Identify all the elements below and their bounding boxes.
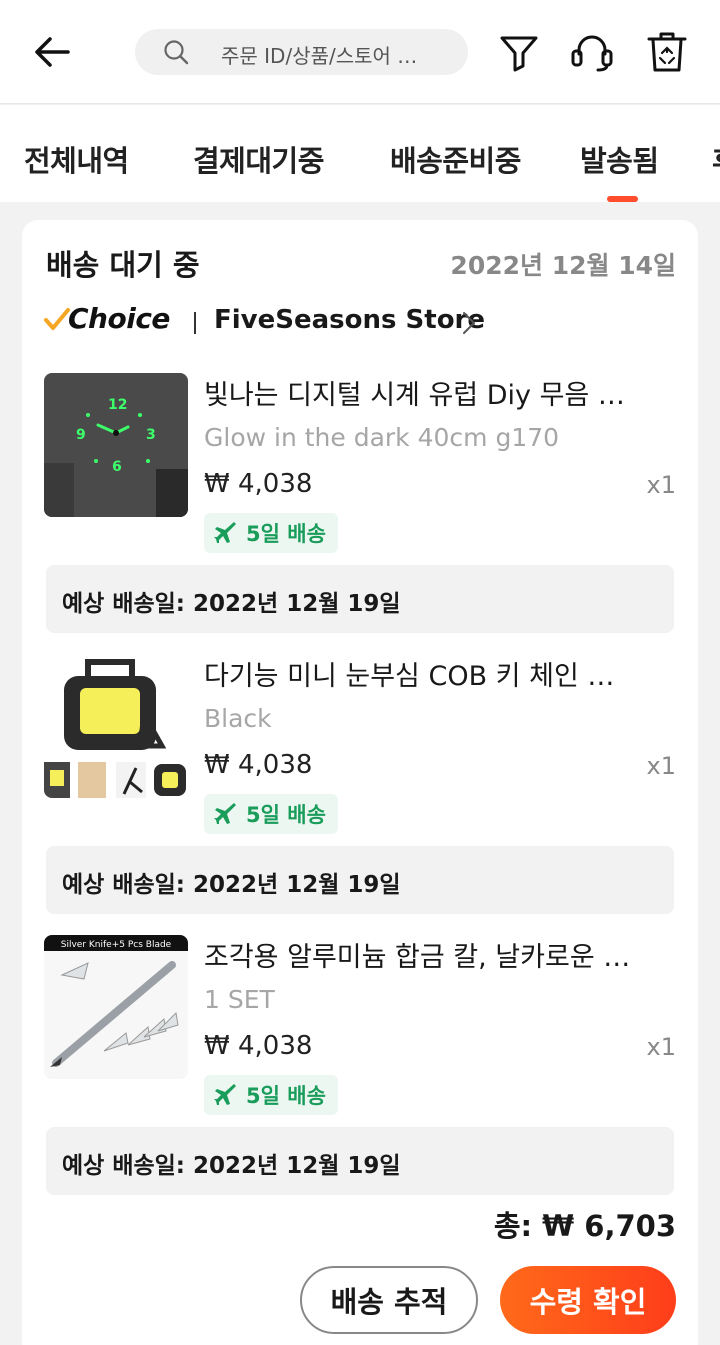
back-arrow-icon[interactable] xyxy=(30,30,74,74)
search-placeholder: 주문 ID/상품/스토어 … xyxy=(221,44,418,68)
estimated-delivery: 예상 배송일: 2022년 12월 19일 xyxy=(46,565,674,633)
shipping-label: 5일 배송 xyxy=(246,1084,326,1108)
craft-knife-product-image: Silver Knife+5 Pcs Blade xyxy=(44,935,188,1079)
shipping-label: 5일 배송 xyxy=(246,803,326,827)
order-card[interactable]: 배송 대기 중 2022년 12월 14일 Choice FiveSeasons… xyxy=(22,220,698,1345)
shipping-badge: 5일 배송 xyxy=(204,513,338,553)
search-input[interactable]: 주문 ID/상품/스토어 … xyxy=(135,29,468,75)
svg-text:6: 6 xyxy=(112,459,122,475)
estimated-delivery-text: 예상 배송일: 2022년 12월 19일 xyxy=(62,1153,401,1179)
keychain-light-product-image xyxy=(44,654,188,798)
airplane-icon xyxy=(214,1084,236,1105)
clock-product-image: 12 3 6 9 xyxy=(44,373,188,517)
product-thumbnail[interactable]: 12 3 6 9 xyxy=(44,373,188,517)
store-divider xyxy=(194,312,196,334)
order-item[interactable]: 12 3 6 9 빛나는 디지털 시계 유럽 Diy 무음 … Glow in … xyxy=(44,373,676,553)
choice-check-icon xyxy=(44,308,70,330)
order-status: 배송 대기 중 xyxy=(46,248,200,282)
svg-text:3: 3 xyxy=(146,427,156,443)
product-thumbnail[interactable]: Silver Knife+5 Pcs Blade xyxy=(44,935,188,1079)
active-tab-indicator xyxy=(607,196,638,202)
tab-all[interactable]: 전체내역 xyxy=(24,138,129,180)
product-price: ₩ 4,038 xyxy=(204,750,313,780)
product-title[interactable]: 다기능 미니 눈부심 COB 키 체인 … xyxy=(204,654,676,693)
trash-icon[interactable] xyxy=(645,28,689,76)
search-icon xyxy=(164,40,189,65)
estimated-delivery: 예상 배송일: 2022년 12월 19일 xyxy=(46,1127,674,1195)
chevron-right-icon xyxy=(463,312,476,334)
order-status-tabs: 전체내역 결제대기중 배송준비중 발송됨 후 xyxy=(0,105,720,202)
product-quantity: x1 xyxy=(646,1033,676,1061)
airplane-icon xyxy=(214,522,236,543)
order-total: 총: ₩ 6,703 xyxy=(493,1209,676,1243)
thumbnail-caption: Silver Knife+5 Pcs Blade xyxy=(61,940,172,950)
product-price: ₩ 4,038 xyxy=(204,469,313,499)
estimated-delivery-text: 예상 배송일: 2022년 12월 19일 xyxy=(62,591,401,617)
estimated-delivery: 예상 배송일: 2022년 12월 19일 xyxy=(46,846,674,914)
order-date: 2022년 12월 14일 xyxy=(450,251,676,280)
store-row[interactable]: Choice FiveSeasons Store xyxy=(44,302,664,344)
product-variant: Glow in the dark 40cm g170 xyxy=(204,423,560,452)
filter-icon[interactable] xyxy=(497,28,541,76)
shipping-badge: 5일 배송 xyxy=(204,1075,338,1115)
svg-text:12: 12 xyxy=(108,397,127,413)
estimated-delivery-text: 예상 배송일: 2022년 12월 19일 xyxy=(62,872,401,898)
top-bar: 주문 ID/상품/스토어 … xyxy=(0,0,720,104)
tab-preparing-shipment[interactable]: 배송준비중 xyxy=(390,138,521,180)
confirm-receipt-button[interactable]: 수령 확인 xyxy=(500,1266,676,1334)
shipping-label: 5일 배송 xyxy=(246,522,326,546)
product-variant: Black xyxy=(204,704,272,733)
shipping-badge: 5일 배송 xyxy=(204,794,338,834)
order-item[interactable]: 다기능 미니 눈부심 COB 키 체인 … Black ₩ 4,038 x1 5… xyxy=(44,654,676,834)
product-quantity: x1 xyxy=(646,752,676,780)
tab-review[interactable]: 후 xyxy=(712,138,720,180)
tab-awaiting-payment[interactable]: 결제대기중 xyxy=(193,138,324,180)
choice-badge: Choice xyxy=(68,302,170,335)
product-price: ₩ 4,038 xyxy=(204,1031,313,1061)
product-thumbnail[interactable] xyxy=(44,654,188,798)
store-name[interactable]: FiveSeasons Store xyxy=(214,305,485,335)
order-item[interactable]: Silver Knife+5 Pcs Blade 조각용 알루미늄 합금 칼, … xyxy=(44,935,676,1115)
airplane-icon xyxy=(214,803,236,824)
tab-shipped[interactable]: 발송됨 xyxy=(580,138,659,180)
product-title[interactable]: 조각용 알루미늄 합금 칼, 날카로운 … xyxy=(204,935,676,974)
track-shipment-button[interactable]: 배송 추적 xyxy=(300,1266,478,1334)
customer-service-icon[interactable] xyxy=(570,28,614,76)
product-title[interactable]: 빛나는 디지털 시계 유럽 Diy 무음 … xyxy=(204,373,676,412)
product-quantity: x1 xyxy=(646,471,676,499)
product-variant: 1 SET xyxy=(204,985,275,1014)
svg-text:9: 9 xyxy=(76,427,86,443)
